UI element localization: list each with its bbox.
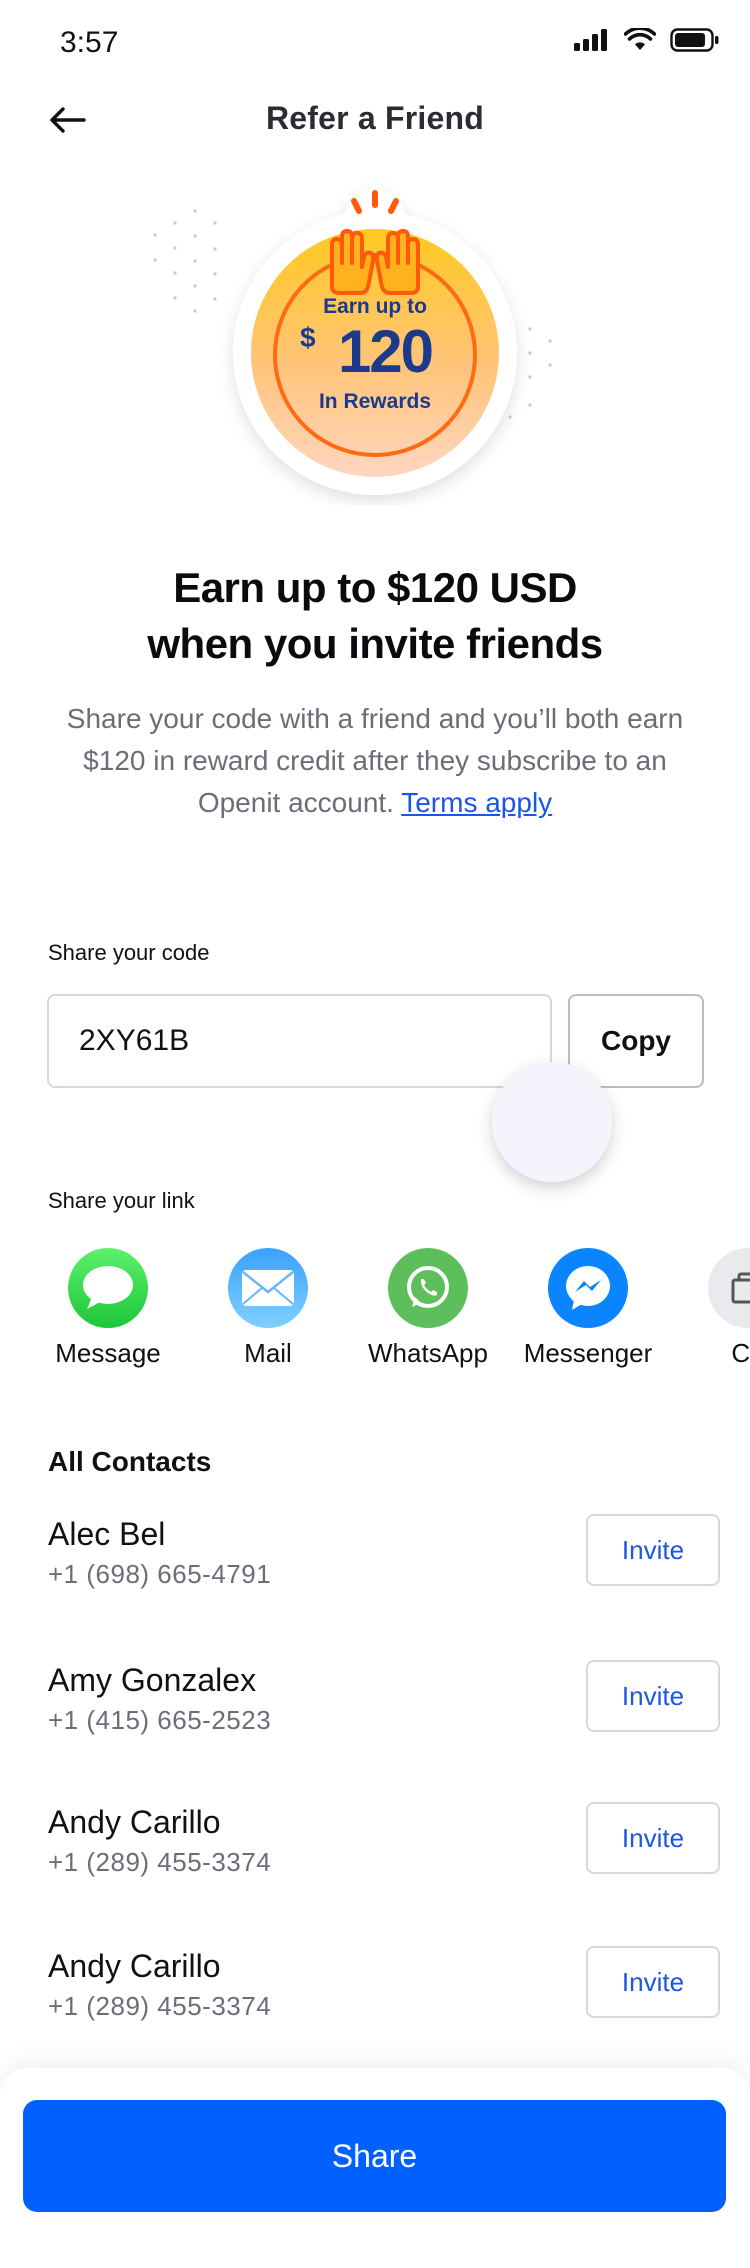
- messenger-icon: [548, 1248, 628, 1328]
- invite-button[interactable]: Invite: [586, 1660, 720, 1732]
- share-app-label: WhatsApp: [368, 1338, 488, 1368]
- share-app-message[interactable]: Message: [28, 1248, 188, 1369]
- headline-line2: when you invite friends: [147, 620, 603, 667]
- terms-link[interactable]: Terms apply: [401, 787, 552, 818]
- bottom-action-bar: Share: [0, 2068, 750, 2268]
- share-app-mail[interactable]: Mail: [188, 1248, 348, 1369]
- description-text: Share your code with a friend and you’ll…: [66, 703, 684, 818]
- badge-currency: $: [300, 322, 316, 353]
- share-link-label: Share your link: [48, 1188, 195, 1213]
- battery-icon: [670, 28, 719, 52]
- contacts-title: All Contacts: [48, 1446, 212, 1477]
- page-title: Refer a Friend: [266, 100, 484, 136]
- status-bar: 3:57: [0, 0, 750, 88]
- share-apps-row: Message Mail WhatsApp Messenger C: [0, 1248, 750, 1378]
- mail-icon: [228, 1248, 308, 1328]
- badge-line3: In Rewards: [319, 390, 431, 413]
- share-app-label: Co: [731, 1338, 750, 1368]
- badge-line1: Earn up to: [323, 295, 427, 318]
- whatsapp-icon: [388, 1248, 468, 1328]
- invite-button[interactable]: Invite: [586, 1802, 720, 1874]
- signal-icon: [574, 29, 607, 51]
- message-icon: [68, 1248, 148, 1328]
- share-app-label: Mail: [244, 1338, 292, 1368]
- invite-button[interactable]: Invite: [586, 1514, 720, 1586]
- share-app-whatsapp[interactable]: WhatsApp: [348, 1248, 508, 1369]
- headline-line1: Earn up to $120 USD: [173, 564, 577, 611]
- contact-row: Alec Bel +1 (698) 665-4791 Invite: [48, 1514, 720, 1596]
- wifi-icon: [624, 28, 656, 50]
- contact-row: Andy Carillo +1 (289) 455-3374 Invite: [48, 1946, 720, 2028]
- status-icons: [574, 28, 720, 52]
- reward-badge: Earn up to $ 120 In Rewards: [140, 165, 620, 505]
- touch-indicator: [492, 1062, 612, 1182]
- share-app-copy[interactable]: Co: [668, 1248, 750, 1369]
- badge-amount: 120: [338, 318, 432, 385]
- reward-badge-graphic: Earn up to $ 120 In Rewards: [153, 189, 552, 495]
- status-time: 3:57: [60, 26, 119, 59]
- headline: Earn up to $120 USD when you invite frie…: [0, 560, 750, 672]
- share-button[interactable]: Share: [23, 2100, 726, 2212]
- share-app-messenger[interactable]: Messenger: [508, 1248, 668, 1369]
- nav-bar: Refer a Friend: [0, 90, 750, 150]
- contact-row: Andy Carillo +1 (289) 455-3374 Invite: [48, 1802, 720, 1884]
- share-code-label: Share your code: [48, 940, 210, 965]
- contact-row: Amy Gonzalex +1 (415) 665-2523 Invite: [48, 1660, 720, 1742]
- description: Share your code with a friend and you’ll…: [50, 698, 700, 824]
- share-app-label: Messenger: [523, 1338, 653, 1368]
- invite-button[interactable]: Invite: [586, 1946, 720, 2018]
- share-app-label: Message: [55, 1338, 161, 1368]
- referral-code-field[interactable]: 2XY61B: [47, 994, 552, 1088]
- copy-icon: [708, 1248, 750, 1328]
